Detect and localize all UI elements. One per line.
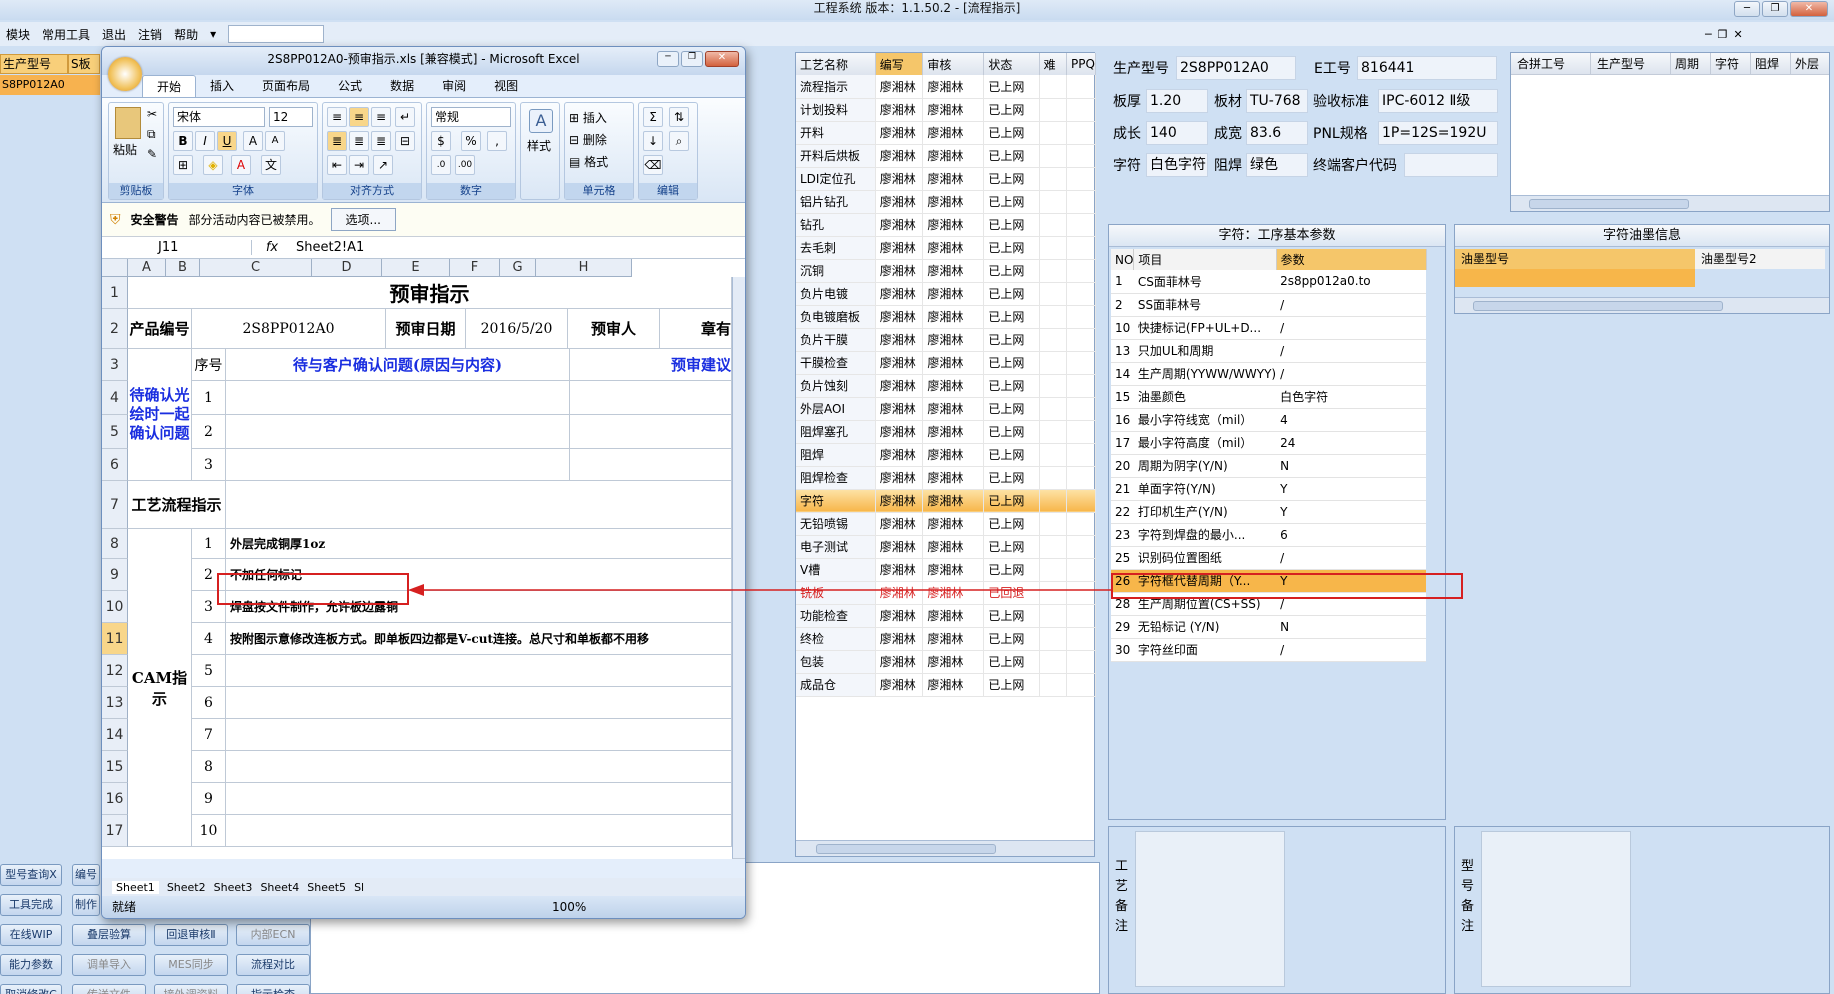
annotation-box-params: [1111, 573, 1463, 599]
annotation-box-excel: [217, 573, 409, 605]
annotation-overlay: [217, 573, 1463, 605]
annotation-arrow-head: [408, 584, 424, 596]
